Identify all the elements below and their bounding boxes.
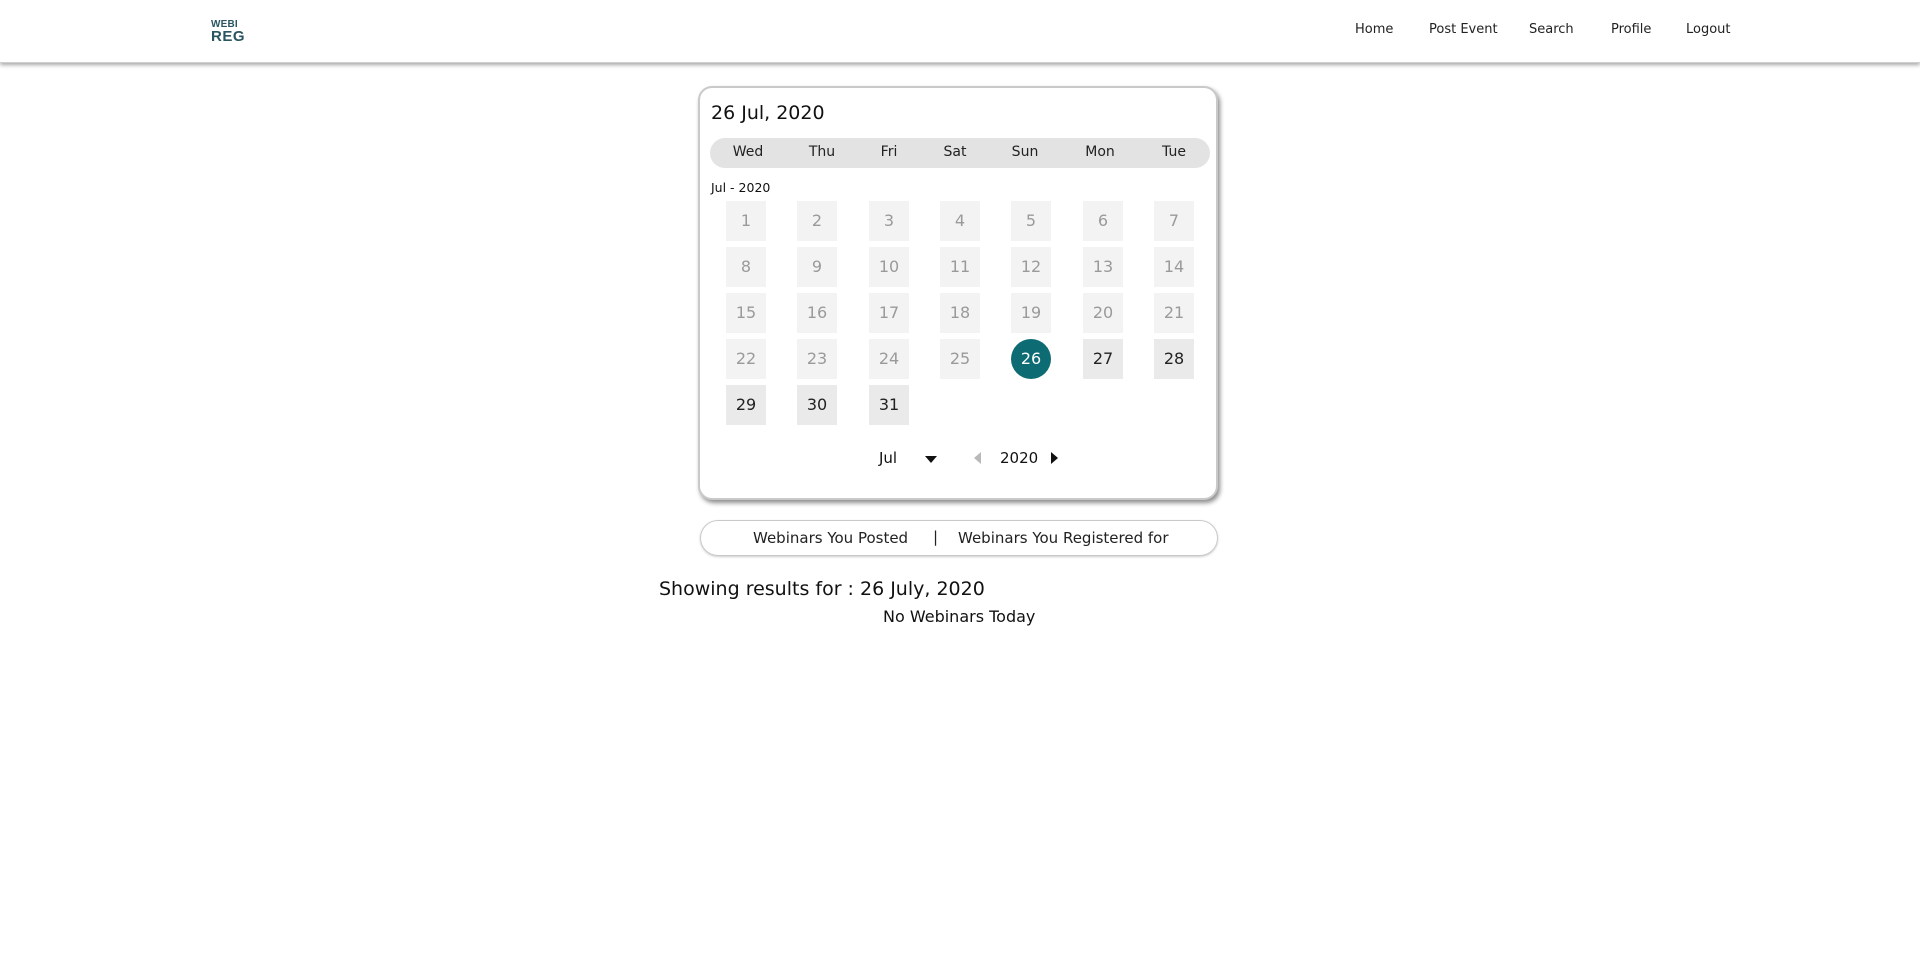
calendar-day[interactable]: 5 — [1011, 201, 1051, 241]
calendar-day[interactable]: 21 — [1154, 293, 1194, 333]
year-value: 2020 — [1000, 449, 1039, 467]
calendar-day[interactable]: 16 — [797, 293, 837, 333]
weekday-label: Sat — [943, 144, 967, 160]
weekday-label: Mon — [1085, 144, 1115, 160]
nav-post-event-link[interactable]: Post Event — [1429, 22, 1498, 37]
calendar-day[interactable]: 8 — [726, 247, 766, 287]
chevron-down-icon[interactable] — [925, 456, 937, 463]
month-label: Jul - 2020 — [711, 180, 771, 195]
nav-search-link[interactable]: Search — [1529, 22, 1574, 37]
calendar-day-selected[interactable]: 26 — [1011, 339, 1051, 379]
calendar-day[interactable]: 29 — [726, 385, 766, 425]
calendar-day[interactable]: 12 — [1011, 247, 1051, 287]
calendar-day[interactable]: 6 — [1083, 201, 1123, 241]
calendar-day[interactable]: 15 — [726, 293, 766, 333]
calendar-day[interactable]: 18 — [940, 293, 980, 333]
calendar-day[interactable]: 7 — [1154, 201, 1194, 241]
calendar-day[interactable]: 28 — [1154, 339, 1194, 379]
calendar-day[interactable]: 17 — [869, 293, 909, 333]
calendar-day[interactable]: 19 — [1011, 293, 1051, 333]
calendar-day[interactable]: 30 — [797, 385, 837, 425]
weekday-label: Tue — [1162, 144, 1186, 160]
calendar-day[interactable]: 20 — [1083, 293, 1123, 333]
calendar-day[interactable]: 3 — [869, 201, 909, 241]
nav-home-link[interactable]: Home — [1355, 22, 1393, 37]
weekday-label: Thu — [808, 144, 836, 160]
calendar-day[interactable]: 31 — [869, 385, 909, 425]
tab-webinars-registered[interactable]: Webinars You Registered for — [958, 529, 1169, 547]
calendar-day[interactable]: 25 — [940, 339, 980, 379]
calendar-day[interactable]: 2 — [797, 201, 837, 241]
calendar-day[interactable]: 27 — [1083, 339, 1123, 379]
calendar-day[interactable]: 23 — [797, 339, 837, 379]
results-heading: Showing results for : 26 July, 2020 — [659, 578, 985, 600]
month-select-value[interactable]: Jul — [879, 449, 897, 467]
weekday-label: Fri — [880, 144, 898, 160]
nav-profile-link[interactable]: Profile — [1611, 22, 1651, 37]
weekday-label: Wed — [732, 144, 764, 160]
selected-date-title: 26 Jul, 2020 — [711, 102, 825, 124]
nav-logout-link[interactable]: Logout — [1686, 22, 1731, 37]
calendar-day[interactable]: 24 — [869, 339, 909, 379]
calendar-day[interactable]: 10 — [869, 247, 909, 287]
tab-webinars-posted[interactable]: Webinars You Posted — [753, 529, 908, 547]
weekday-label: Sun — [1011, 144, 1039, 160]
calendar-day[interactable]: 22 — [726, 339, 766, 379]
calendar-day[interactable]: 13 — [1083, 247, 1123, 287]
calendar-day[interactable]: 4 — [940, 201, 980, 241]
logo-line-2: REG — [211, 28, 246, 45]
tab-separator: | — [933, 528, 939, 546]
calendar-day[interactable]: 14 — [1154, 247, 1194, 287]
calendar-day[interactable]: 11 — [940, 247, 980, 287]
webinar-tabs: Webinars You Posted | Webinars You Regis… — [700, 520, 1218, 556]
calendar-day[interactable]: 1 — [726, 201, 766, 241]
weekday-header: Wed Thu Fri Sat Sun Mon Tue — [710, 138, 1210, 168]
empty-message: No Webinars Today — [883, 607, 1036, 626]
calendar-day[interactable]: 9 — [797, 247, 837, 287]
prev-year-arrow-icon[interactable] — [974, 452, 981, 464]
top-navbar: WEBI REG Home Post Event Search Profile … — [0, 0, 1920, 63]
next-year-arrow-icon[interactable] — [1051, 452, 1058, 464]
webireg-logo[interactable]: WEBI REG — [211, 20, 246, 45]
calendar-card: 26 Jul, 2020 Wed Thu Fri Sat Sun Mon Tue… — [698, 86, 1218, 500]
